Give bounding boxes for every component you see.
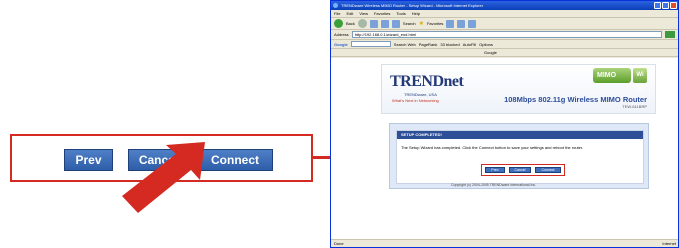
window-titlebar: TRENDware Wireless MIMO Router - Setup W… (331, 1, 678, 10)
menu-bar: File Edit View Favorites Tools Help (331, 10, 678, 17)
mimo-badge: MIMO (593, 68, 631, 83)
copyright-text: Copyright (c) 2004-2005 TRENDware Intern… (451, 183, 537, 187)
home-icon[interactable] (391, 19, 400, 28)
refresh-icon[interactable] (380, 19, 389, 28)
callout-box: Prev Cancel Connect (10, 134, 313, 182)
page-viewport: TRENDnet TRENDware, USA What's Next in N… (331, 58, 678, 241)
cancel-button[interactable]: Cancel (128, 149, 189, 171)
panel-title: SETUP COMPLETED! (397, 131, 643, 139)
ie-logo-icon (333, 3, 338, 8)
back-icon[interactable] (334, 19, 343, 28)
model-number: TEW-611BRP (622, 104, 647, 109)
minimize-icon[interactable] (654, 2, 661, 9)
panel-message: The Setup Wizard has completed. Click th… (401, 145, 584, 150)
popup-blocked-label[interactable]: 33 blocked (440, 42, 459, 47)
google-search-input[interactable] (350, 41, 391, 47)
window-title: TRENDware Wireless MIMO Router - Setup W… (341, 3, 484, 8)
pagerank-label: PageRank (418, 41, 438, 47)
google-label: Google (334, 41, 348, 47)
close-icon[interactable] (670, 2, 677, 9)
forward-icon[interactable] (357, 19, 367, 28)
wifi-badge: Wi Fi (633, 68, 647, 93)
menu-favorites[interactable]: Favorites (374, 10, 390, 17)
google-toolbar: Google Search Web PageRank 33 blocked Au… (331, 40, 678, 49)
product-title: 108Mbps 802.11g Wireless MIMO Router (504, 95, 647, 104)
status-text: Done (334, 241, 344, 246)
tagline: What's Next in Networking (392, 98, 439, 103)
mail-icon[interactable] (457, 19, 466, 28)
menu-help[interactable]: Help (412, 10, 420, 17)
menu-tools[interactable]: Tools (396, 10, 405, 17)
button-highlight-box (481, 164, 565, 176)
menu-edit[interactable]: Edit (346, 10, 353, 17)
favorites-label[interactable]: Favorites (427, 21, 443, 26)
security-zone: Internet (662, 241, 676, 246)
trendnet-logo: TRENDnet (390, 73, 464, 90)
address-input[interactable]: http://192.168.0.1/wizard_end.html (351, 31, 662, 38)
back-label[interactable]: Back (346, 21, 355, 26)
logo-subtitle: TRENDware, USA (404, 92, 437, 97)
prev-button[interactable]: Prev (64, 149, 113, 171)
options-button[interactable]: Options (479, 42, 493, 47)
print-icon[interactable] (468, 19, 477, 28)
stop-icon[interactable] (369, 19, 378, 28)
go-button[interactable] (665, 31, 675, 38)
google-links-label[interactable]: Google (484, 50, 497, 55)
history-icon[interactable] (446, 19, 455, 28)
favorites-star-icon[interactable]: ★ (419, 20, 424, 27)
maximize-icon[interactable] (662, 2, 669, 9)
address-label: Address (334, 32, 349, 37)
links-bar: Google (331, 49, 678, 57)
page-header: TRENDnet TRENDware, USA What's Next in N… (381, 64, 656, 114)
search-label[interactable]: Search (403, 21, 416, 26)
connect-button[interactable]: Connect (197, 149, 273, 171)
status-bar: Done Internet (331, 239, 678, 247)
menu-view[interactable]: View (359, 10, 368, 17)
browser-toolbar: Back Search ★ Favorites (331, 17, 678, 30)
browser-window: TRENDware Wireless MIMO Router - Setup W… (330, 0, 679, 248)
search-web-button[interactable]: Search Web (394, 42, 416, 47)
autofill-button[interactable]: AutoFill (463, 42, 476, 47)
menu-file[interactable]: File (334, 10, 340, 17)
address-bar: Address http://192.168.0.1/wizard_end.ht… (331, 30, 678, 40)
setup-complete-panel: SETUP COMPLETED! The Setup Wizard has co… (389, 123, 649, 189)
